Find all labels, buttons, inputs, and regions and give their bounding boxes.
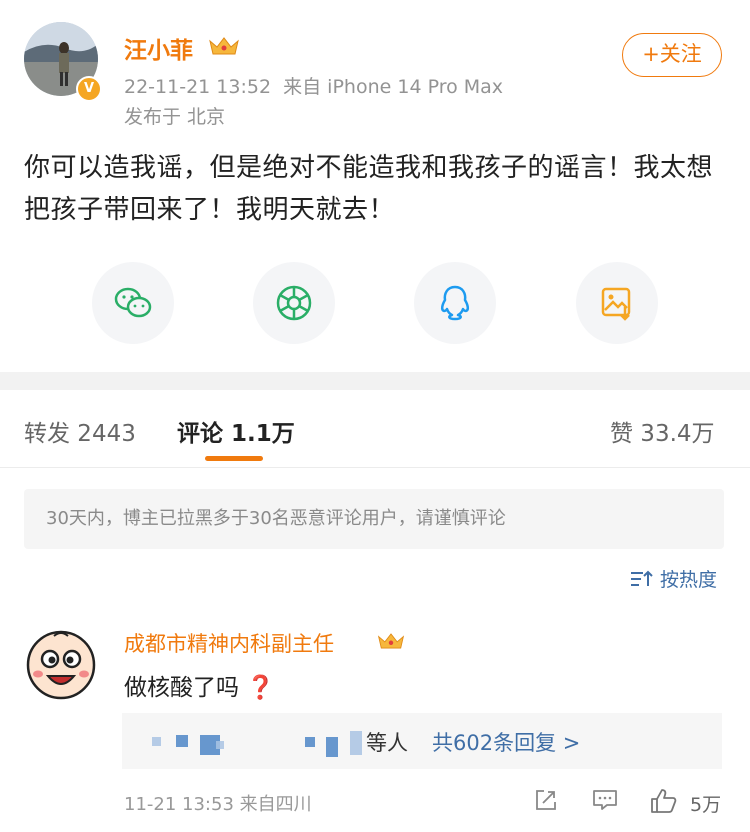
section-divider [0, 372, 750, 390]
share-moments-button[interactable] [253, 262, 335, 344]
follow-button[interactable]: +关注 [622, 33, 722, 77]
blurred-name [152, 737, 161, 746]
tab-reposts[interactable]: 转发 2443 [24, 414, 136, 448]
commenter-name[interactable]: 成都市精神内科副主任 [124, 628, 334, 658]
share-wechat-button[interactable] [92, 262, 174, 344]
sort-icon [631, 570, 653, 586]
blurred-name [326, 737, 338, 757]
post-source: 来自 iPhone 14 Pro Max [283, 76, 504, 98]
blurred-name [305, 737, 315, 747]
qq-icon [440, 285, 470, 321]
moments-icon [276, 285, 312, 321]
wechat-icon [114, 287, 152, 318]
post-meta: 22-11-21 13:52 来自 iPhone 14 Pro Max [124, 72, 503, 99]
comment-body: 做核酸了吗 [124, 675, 239, 701]
commenter-avatar[interactable] [24, 626, 98, 700]
tab-comments[interactable]: 评论 1.1万 [177, 414, 295, 448]
share-icon [536, 790, 556, 810]
tab-divider [0, 467, 750, 468]
comment-meta: 11-21 13:53 来自四川 [124, 794, 312, 815]
active-tab-indicator [205, 456, 263, 461]
sort-label: 按热度 [660, 569, 718, 591]
view-replies-link[interactable]: 共602条回复 > [432, 727, 580, 757]
post-text: 你可以造我谣，但是绝对不能造我和我孩子的谣言！我太想把孩子带回来了！我明天就去！ [24, 153, 714, 225]
post-author-name[interactable]: 汪小菲 [124, 31, 193, 65]
comment-like-count: 5万 [690, 794, 722, 816]
share-comment-button[interactable] [534, 788, 558, 816]
post-location: 发布于 北京 [124, 106, 226, 128]
share-qq-button[interactable] [414, 262, 496, 344]
comment-notice: 30天内，博主已拉黑多于30名恶意评论用户，请谨慎评论 [24, 489, 724, 549]
reply-users-suffix: 等人 [366, 731, 408, 755]
reply-comment-button[interactable] [592, 788, 618, 816]
save-image-button[interactable] [576, 262, 658, 344]
verified-badge-icon: V [76, 76, 102, 102]
crown-icon [207, 35, 241, 61]
like-comment-button[interactable] [650, 788, 678, 818]
thumbs-up-icon [651, 789, 677, 813]
blurred-name [216, 741, 224, 749]
crown-icon [376, 631, 406, 655]
comment-icon [593, 790, 617, 810]
question-emoji: ❓ [246, 675, 275, 701]
save-image-icon [601, 287, 631, 321]
reply-preview[interactable]: 等人 共602条回复 > [122, 713, 722, 769]
post-time: 22-11-21 13:52 [124, 76, 272, 98]
sort-button[interactable]: 按热度 [630, 565, 717, 592]
blurred-name [350, 731, 362, 755]
tab-likes[interactable]: 赞 33.4万 [610, 414, 715, 448]
blurred-name [176, 735, 188, 747]
comment-text: 做核酸了吗 ❓ [124, 668, 275, 702]
